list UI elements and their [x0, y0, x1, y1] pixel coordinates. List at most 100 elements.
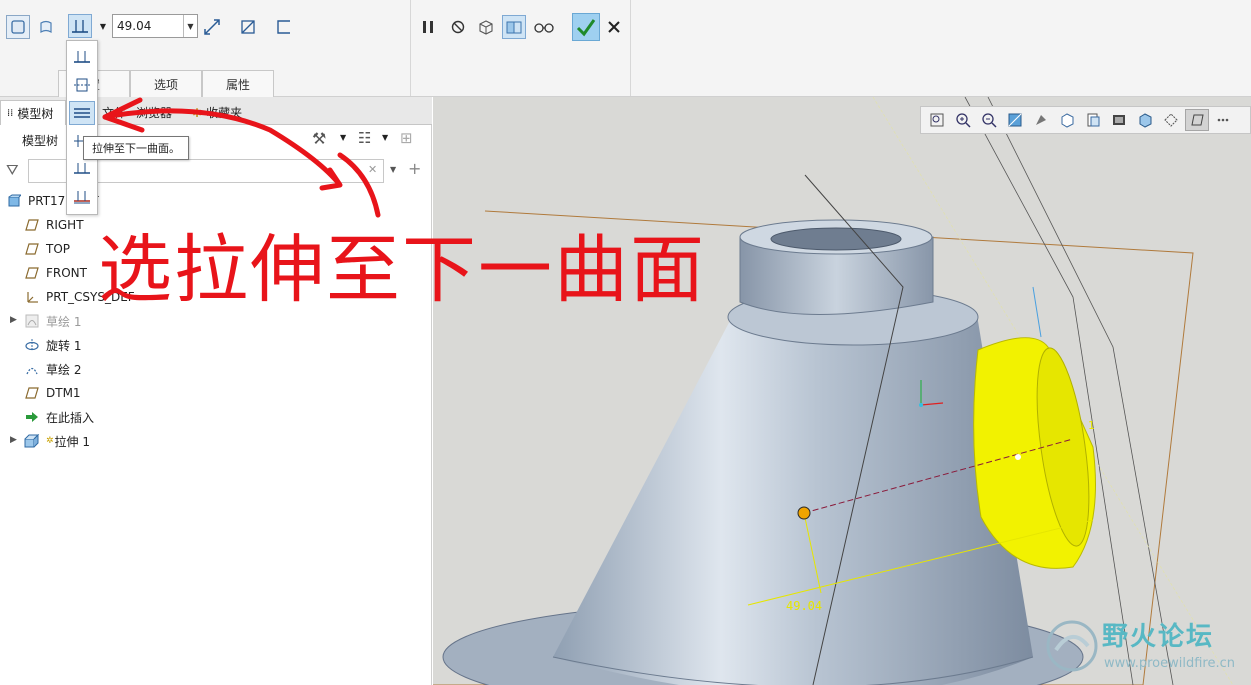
tree-item-label: 在此插入	[46, 410, 95, 425]
expand-icon[interactable]: ▶	[10, 315, 17, 325]
watermark-url: www.proewildfire.cn	[1104, 656, 1235, 671]
tree-item-label: 旋转 1	[46, 338, 82, 353]
part-icon	[6, 193, 22, 209]
depth-value: 49.04	[117, 19, 152, 33]
depth-dimension-label[interactable]: 49.04	[786, 599, 822, 613]
tab-browser-label: 浏览器	[136, 106, 173, 120]
ok-button[interactable]	[572, 13, 600, 41]
tab-model-tree-label: 模型树	[17, 106, 54, 121]
sketch-icon	[24, 313, 40, 329]
flip-direction-icon[interactable]	[200, 15, 224, 39]
tree-toolbar: 模型树 ⚒ ▼ ☷ ▼ ⊞	[0, 125, 432, 155]
settings-tools-icon[interactable]: ⚒	[312, 129, 326, 148]
filter-row: ⛛ ✕ ▼ +	[0, 157, 432, 185]
clear-icon[interactable]: ✕	[368, 163, 377, 176]
zoom-in-icon[interactable]	[951, 109, 975, 131]
watermark-logo-icon	[1046, 620, 1098, 672]
tree-columns-icon[interactable]: ⊞	[400, 129, 413, 147]
more-icon[interactable]	[1211, 109, 1235, 131]
display-style-icon[interactable]	[1107, 109, 1131, 131]
panel-tabs: ⁞⁞ 模型树 文件 浏览器 ✱ 收藏夹	[0, 97, 432, 125]
show-list-icon[interactable]: ☷	[358, 129, 371, 147]
saved-views-icon[interactable]	[1055, 109, 1079, 131]
tree-item-revolve-1[interactable]: 旋转 1	[24, 333, 81, 357]
chevron-down-icon[interactable]: ▼	[183, 15, 197, 37]
tree-item-front[interactable]: FRONT	[24, 261, 87, 285]
depth-type-dropdown-icon[interactable]: ▼	[98, 15, 108, 37]
watermark: 野火论坛 www.proewildfire.cn	[1040, 612, 1245, 680]
chevron-down-icon[interactable]: ▼	[340, 133, 346, 142]
tab-files[interactable]: 文件	[96, 100, 132, 125]
menu-item-blind[interactable]	[69, 45, 95, 69]
spin-center-icon[interactable]	[1029, 109, 1053, 131]
solid-icon[interactable]	[6, 15, 30, 39]
perspective-icon[interactable]	[1133, 109, 1157, 131]
menu-item-to-next[interactable]	[69, 101, 95, 125]
handle-label: 1	[1088, 419, 1095, 432]
annotation-display-icon[interactable]	[1185, 109, 1209, 131]
csys-icon	[24, 289, 40, 305]
tree-label: 模型树	[22, 134, 59, 148]
tab-files-label: 文件	[102, 106, 127, 120]
menu-item-symmetric[interactable]	[69, 73, 95, 97]
tab-properties[interactable]: 属性	[202, 70, 274, 97]
tooltip: 拉伸至下一曲面。	[83, 136, 189, 160]
surface-icon[interactable]	[34, 15, 58, 39]
depth-options-menu	[66, 40, 98, 215]
revolve-icon	[24, 337, 40, 353]
ribbon-divider	[410, 0, 411, 96]
tree-item-label: RIGHT	[46, 218, 84, 232]
tree-icon: ⁞⁞	[7, 107, 14, 119]
datum-display-icon[interactable]	[1159, 109, 1183, 131]
ribbon-divider	[630, 0, 631, 96]
tree-item-top[interactable]: TOP	[24, 237, 70, 261]
remove-material-icon[interactable]	[236, 15, 260, 39]
tree-item-sketch-2[interactable]: 草绘 2	[24, 357, 81, 381]
pause-icon[interactable]	[416, 15, 440, 39]
repaint-icon[interactable]	[1003, 109, 1027, 131]
tab-favorites-label: 收藏夹	[206, 106, 243, 120]
tree-item-insert-here[interactable]: 在此插入	[24, 405, 94, 429]
depth-value-field[interactable]: 49.04 ▼	[112, 14, 198, 38]
star-icon: ✱	[192, 105, 203, 120]
tree-item-label: 草绘 1	[46, 314, 82, 329]
menu-item-through-until[interactable]	[69, 157, 95, 181]
ribbon: ▼ 49.04 ▼ 置 选项 属性	[0, 0, 1251, 97]
expand-icon[interactable]: ▶	[10, 435, 17, 445]
tab-favorites[interactable]: ✱ 收藏夹	[186, 100, 248, 125]
model-canvas	[433, 97, 1234, 685]
new-feature-icon: ✲	[46, 436, 54, 446]
tree-item-sketch-1[interactable]: 草绘 1	[24, 309, 81, 333]
tree-item-right[interactable]: RIGHT	[24, 213, 84, 237]
verify-preview-icon[interactable]	[502, 15, 526, 39]
model-tree-panel: ⁞⁞ 模型树 文件 浏览器 ✱ 收藏夹 模型树 ⚒ ▼ ☷ ▼ ⊞ ⛛ ✕ ▼ …	[0, 97, 432, 685]
chevron-down-icon[interactable]: ▼	[382, 133, 388, 142]
tree-item-label: DTM1	[46, 386, 81, 400]
refit-icon[interactable]	[925, 109, 949, 131]
chevron-down-icon[interactable]: ▼	[390, 165, 396, 174]
geometry-preview-icon[interactable]	[474, 15, 498, 39]
datum-plane-icon	[24, 385, 40, 401]
view-manager-icon[interactable]	[1081, 109, 1105, 131]
no-preview-icon[interactable]	[446, 15, 470, 39]
tree-root-label: PRT17	[28, 194, 66, 208]
filter-icon[interactable]: ⛛	[6, 161, 19, 179]
tree-item-dtm1[interactable]: DTM1	[24, 381, 81, 405]
menu-item-to-selected[interactable]	[69, 185, 95, 209]
datum-plane-icon	[24, 241, 40, 257]
zoom-out-icon[interactable]	[977, 109, 1001, 131]
tab-model-tree[interactable]: ⁞⁞ 模型树	[0, 100, 66, 125]
tab-browser[interactable]: 浏览器	[130, 100, 178, 125]
extrude-icon	[24, 433, 40, 449]
graphics-viewport[interactable]: 49.04 1	[433, 97, 1251, 685]
depth-type-button[interactable]	[68, 14, 92, 38]
annotation-text: 选拉伸至下一曲面	[98, 227, 706, 313]
watermark-title: 野火论坛	[1102, 622, 1215, 652]
glasses-icon[interactable]	[532, 15, 556, 39]
tree-item-extrude-1[interactable]: ✲ 拉伸 1	[24, 429, 90, 453]
cancel-button[interactable]	[602, 15, 626, 39]
add-icon[interactable]: +	[408, 159, 421, 178]
tab-options[interactable]: 选项	[130, 70, 202, 97]
tree-item-label: TOP	[46, 242, 71, 256]
thicken-icon[interactable]	[272, 15, 296, 39]
